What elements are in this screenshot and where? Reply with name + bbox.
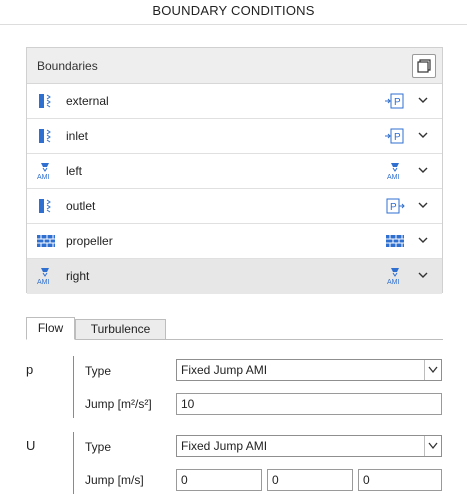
p-jump-input[interactable]: 10 [176,393,442,415]
field-u-divider [73,432,74,494]
boundary-row-left[interactable]: AMI left AMI [27,154,442,189]
boundaries-header: Boundaries [27,48,442,84]
boundary-name: outlet [66,199,96,213]
u-type-select[interactable]: Fixed Jump AMI [176,435,442,457]
svg-text:P: P [394,97,401,108]
svg-text:AMI: AMI [387,174,400,180]
boundaries-header-label: Boundaries [37,59,98,73]
tab-turbulence[interactable]: Turbulence [75,319,166,340]
chevron-down-icon[interactable] [417,130,429,140]
chevron-down-icon[interactable] [417,165,429,175]
u-jump-y-input[interactable]: 0 [267,469,353,491]
chevron-down-icon [428,366,438,374]
pressure-patch-icon: P [385,128,404,144]
tab-flow[interactable]: Flow [26,317,75,340]
patch-icon [39,129,51,143]
boundary-row-right[interactable]: AMI right AMI [27,259,442,294]
p-type-select[interactable]: Fixed Jump AMI [176,359,442,381]
boundary-row-external[interactable]: external P [27,84,442,119]
wall-icon [37,235,55,247]
chevron-down-icon[interactable] [417,95,429,105]
p-type-dropdown-button[interactable] [424,360,441,380]
p-type-value: Fixed Jump AMI [181,363,268,377]
boundary-row-propeller[interactable]: propeller [27,224,442,259]
u-jump-x-input[interactable]: 0 [176,469,262,491]
ami-icon: AMI [37,163,50,180]
chevron-down-icon[interactable] [417,270,429,280]
u-type-dropdown-button[interactable] [424,436,441,456]
chevron-down-icon [428,442,438,450]
svg-text:P: P [390,202,397,213]
p-jump-label: Jump [m²/s²] [85,397,152,411]
wall-icon [386,235,404,247]
patch-icon [39,199,51,213]
u-jump-z-input[interactable]: 0 [358,469,442,491]
boundary-row-outlet[interactable]: outlet P [27,189,442,224]
boundaries-panel: Boundaries external P inlet P AMI left A… [26,47,443,294]
field-p-label: p [26,362,34,377]
boundary-row-inlet[interactable]: inlet P [27,119,442,154]
boundary-name: propeller [66,234,113,248]
tab-bar: Flow Turbulence [26,317,443,340]
svg-text:AMI: AMI [387,279,400,285]
u-jump-x-value: 0 [181,473,188,487]
boundary-name: inlet [66,129,89,143]
u-type-label: Type [85,440,112,454]
u-jump-z-value: 0 [363,473,370,487]
svg-text:P: P [394,132,401,143]
u-jump-label: Jump [m/s] [85,473,144,487]
patch-icon [39,94,51,108]
pressure-outlet-icon: P [386,198,405,214]
boundary-name: external [66,94,109,108]
boundary-name: right [66,269,90,283]
pressure-patch-icon: P [385,93,404,109]
p-type-label: Type [85,364,112,378]
ami-icon: AMI [37,268,50,285]
field-u-label: U [26,438,36,453]
chevron-down-icon[interactable] [417,235,429,245]
chevron-down-icon[interactable] [417,200,429,210]
boundary-name: left [66,164,83,178]
p-jump-value: 10 [181,397,195,411]
copy-button[interactable] [412,54,436,78]
ami-icon: AMI [387,268,400,285]
title-divider [0,24,467,25]
copy-icon [417,59,431,73]
svg-text:AMI: AMI [37,174,50,180]
field-p-divider [73,356,74,418]
u-jump-y-value: 0 [272,473,279,487]
u-type-value: Fixed Jump AMI [181,439,268,453]
panel-title: BOUNDARY CONDITIONS [152,3,315,18]
svg-text:AMI: AMI [37,279,50,285]
ami-icon: AMI [387,163,400,180]
